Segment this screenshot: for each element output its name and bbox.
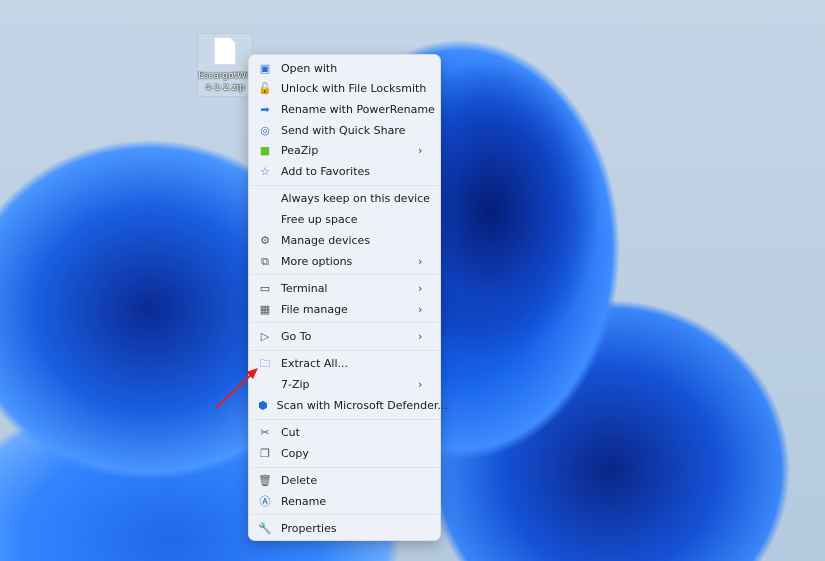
menu-separator xyxy=(250,350,439,351)
desktop-file-icon[interactable]: EscargotWin 4-1-2.zip xyxy=(197,33,253,97)
menu-item-label: File manage xyxy=(281,302,348,316)
menu-item-label: Always keep on this device xyxy=(281,191,430,205)
menu-item-free-up-space[interactable]: Free up space xyxy=(253,209,436,229)
menu-item-delete[interactable]: 🗑 Delete xyxy=(253,470,436,490)
menu-item-unlock-with-file-locksmith[interactable]: 🔓 Unlock with File Locksmith xyxy=(253,78,436,98)
menu-item-7-zip[interactable]: 7-Zip › xyxy=(253,374,436,394)
menu-item-rename[interactable]: Ⓐ Rename xyxy=(253,491,436,511)
menu-item-label: 7-Zip xyxy=(281,377,310,391)
menu-item-scan-with-microsoft-defender[interactable]: ⬢ Scan with Microsoft Defender... xyxy=(253,395,448,415)
menu-item-add-to-favorites[interactable]: ☆ Add to Favorites xyxy=(253,161,436,181)
menu-item-label: Copy xyxy=(281,446,309,460)
menu-separator xyxy=(250,274,439,275)
open-with-icon: ▣ xyxy=(259,61,271,75)
quick-share-icon: ◎ xyxy=(260,123,270,137)
more-options-icon: ⧉ xyxy=(261,254,269,268)
play-icon: ▷ xyxy=(260,329,270,343)
chevron-right-icon: › xyxy=(418,254,423,268)
lock-icon: 🔓 xyxy=(258,81,272,95)
file-name-line1: EscargotWin xyxy=(198,71,252,81)
defender-icon: ⬢ xyxy=(258,398,268,412)
menu-item-extract-all[interactable]: 🗀 Extract All... xyxy=(253,353,436,373)
trash-icon: 🗑 xyxy=(258,473,272,487)
menu-item-label: Delete xyxy=(281,473,318,487)
menu-item-rename-with-powerrename[interactable]: ➡ Rename with PowerRename xyxy=(253,99,436,119)
chevron-right-icon: › xyxy=(418,143,423,157)
blank-icon xyxy=(258,191,272,205)
extract-icon: 🗀 xyxy=(259,356,271,370)
chevron-right-icon: › xyxy=(418,302,423,316)
menu-item-label: Cut xyxy=(281,425,300,439)
menu-item-go-to[interactable]: ▷ Go To › xyxy=(253,326,436,346)
chevron-right-icon: › xyxy=(418,329,423,343)
wrench-icon: 🔧 xyxy=(258,521,272,535)
gear-icon: ⚙ xyxy=(260,233,270,247)
menu-item-manage-devices[interactable]: ⚙ Manage devices xyxy=(253,230,436,250)
copy-icon: ❐ xyxy=(260,446,270,460)
star-icon: ☆ xyxy=(260,164,270,178)
menu-item-label: Go To xyxy=(281,329,312,343)
menu-item-always-keep-on-this-device[interactable]: Always keep on this device xyxy=(253,188,436,208)
menu-separator xyxy=(250,185,439,186)
zip-file-icon xyxy=(214,37,236,65)
menu-item-cut[interactable]: ✂ Cut xyxy=(253,422,436,442)
file-name-line2: 4-1-2.zip xyxy=(205,83,245,93)
menu-item-label: Extract All... xyxy=(281,356,349,370)
menu-item-peazip[interactable]: ■ PeaZip › xyxy=(253,140,436,160)
blank-icon xyxy=(258,377,272,391)
menu-item-label: Add to Favorites xyxy=(281,164,371,178)
menu-item-copy[interactable]: ❐ Copy xyxy=(253,443,436,463)
blank-icon xyxy=(258,212,272,226)
power-rename-icon: ➡ xyxy=(260,102,270,116)
menu-item-label: Send with Quick Share xyxy=(281,123,406,137)
menu-item-label: Rename with PowerRename xyxy=(281,102,435,116)
menu-item-send-with-quick-share[interactable]: ◎ Send with Quick Share xyxy=(253,120,436,140)
menu-separator xyxy=(250,467,439,468)
menu-item-terminal[interactable]: ▭ Terminal › xyxy=(253,278,436,298)
menu-separator xyxy=(250,419,439,420)
scissors-icon: ✂ xyxy=(260,425,270,439)
menu-item-label: Free up space xyxy=(281,212,358,226)
menu-item-label: Unlock with File Locksmith xyxy=(281,81,427,95)
menu-item-file-manage[interactable]: ▦ File manage › xyxy=(253,299,436,319)
grid-icon: ▦ xyxy=(259,302,271,316)
menu-item-label: PeaZip xyxy=(281,143,319,157)
context-menu: ▣ Open with 🔓 Unlock with File Locksmith ➡ Re… xyxy=(248,54,448,541)
chevron-right-icon: › xyxy=(418,377,423,391)
peazip-icon: ■ xyxy=(259,143,271,157)
menu-item-label: More options xyxy=(281,254,353,268)
menu-item-label: Scan with Microsoft Defender... xyxy=(276,398,448,412)
menu-separator xyxy=(250,322,439,323)
menu-item-properties[interactable]: 🔧 Properties xyxy=(253,518,436,538)
menu-item-label: Open with xyxy=(281,61,338,75)
menu-item-more-options[interactable]: ⧉ More options › xyxy=(253,251,436,271)
menu-item-open-with[interactable]: ▣ Open with xyxy=(253,58,436,78)
menu-item-label: Terminal xyxy=(281,281,328,295)
menu-item-label: Manage devices xyxy=(281,233,371,247)
menu-item-label: Properties xyxy=(281,521,337,535)
menu-item-label: Rename xyxy=(281,494,327,508)
rename-icon: Ⓐ xyxy=(259,494,271,508)
chevron-right-icon: › xyxy=(418,281,423,295)
menu-separator xyxy=(250,514,439,515)
terminal-icon: ▭ xyxy=(259,281,271,295)
